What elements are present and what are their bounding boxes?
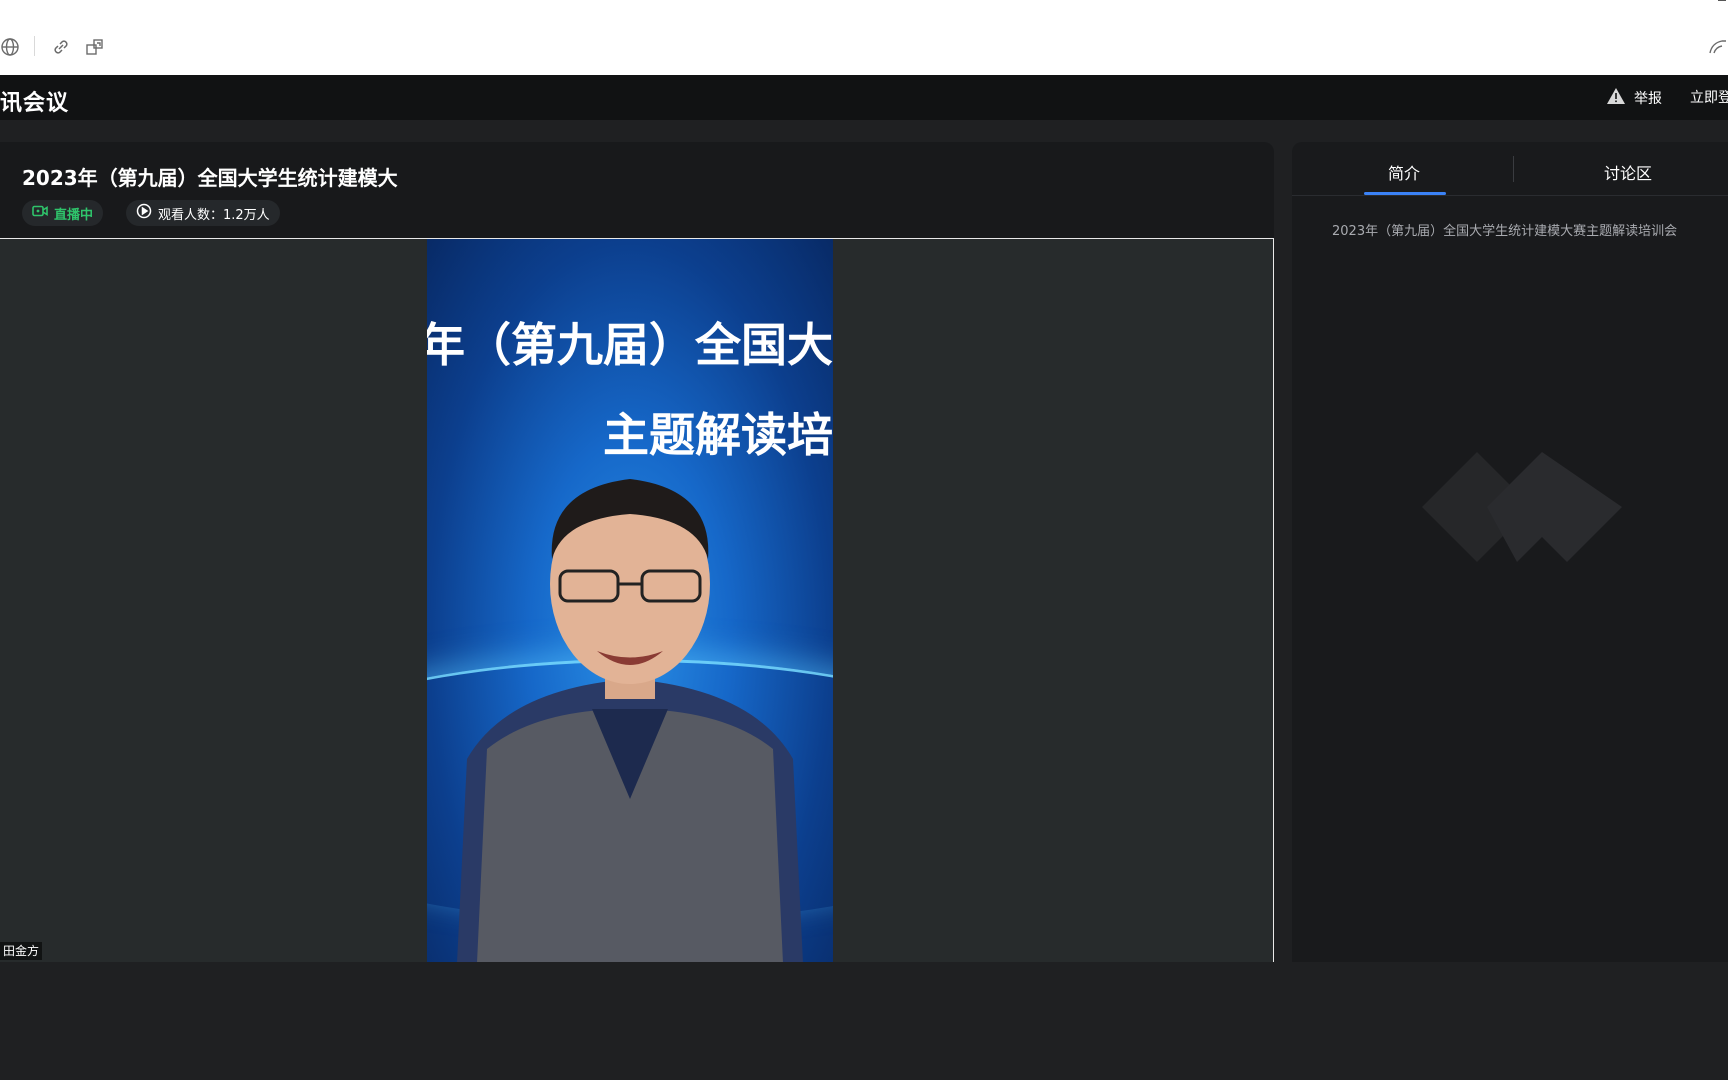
intro-description: 2023年（第九届）全国大学生统计建模大赛主题解读培训会 bbox=[1332, 224, 1678, 239]
app-header: 讯会议 举报 立即登 bbox=[0, 75, 1728, 120]
video-camera-icon bbox=[32, 205, 48, 221]
tab-discussion[interactable]: 讨论区 bbox=[1604, 160, 1652, 184]
side-panel: 简介 讨论区 2023年（第九届）全国大学生统计建模大赛主题解读培训会 bbox=[1292, 142, 1728, 962]
report-label: 举报 bbox=[1634, 91, 1662, 107]
tab-bar-rule bbox=[1292, 195, 1728, 196]
browser-toolbar bbox=[0, 0, 1728, 75]
share-window-icon[interactable] bbox=[85, 37, 105, 57]
login-button[interactable]: 立即登 bbox=[1690, 87, 1728, 107]
app-title: 讯会议 bbox=[0, 91, 70, 116]
viewers-label: 观看人数：1.2万人 bbox=[158, 207, 270, 223]
report-button[interactable]: 举报 bbox=[1606, 87, 1662, 109]
live-label: 直播中 bbox=[54, 207, 94, 223]
speaker-video-feed: 年（第九届）全国大 主题解读培 bbox=[427, 239, 833, 963]
play-circle-icon bbox=[136, 203, 152, 223]
event-title: 2023年（第九届）全国大学生统计建模大 bbox=[22, 166, 398, 190]
video-panel: 2023年（第九届）全国大学生统计建模大 直播中 观看人数：1.2万人 年（第九… bbox=[0, 142, 1274, 963]
globe-icon[interactable] bbox=[0, 37, 20, 57]
tab-intro[interactable]: 简介 bbox=[1388, 160, 1420, 184]
tab-divider bbox=[1513, 156, 1514, 182]
video-player[interactable]: 年（第九届）全国大 主题解读培 田金方 bbox=[0, 238, 1274, 963]
speaker-name-label: 田金方 bbox=[0, 942, 43, 960]
meeting-logo-watermark-icon bbox=[1422, 452, 1622, 562]
live-status-badge: 直播中 bbox=[22, 200, 104, 226]
bottom-area bbox=[0, 962, 1728, 1080]
cast-icon[interactable] bbox=[1708, 37, 1728, 57]
viewers-badge: 观看人数：1.2万人 bbox=[126, 200, 280, 226]
speaker-figure bbox=[457, 479, 803, 963]
window-control-icon[interactable] bbox=[1718, 0, 1726, 11]
warning-icon bbox=[1606, 87, 1626, 109]
link-icon[interactable] bbox=[51, 37, 71, 57]
toolbar-separator bbox=[34, 36, 35, 56]
